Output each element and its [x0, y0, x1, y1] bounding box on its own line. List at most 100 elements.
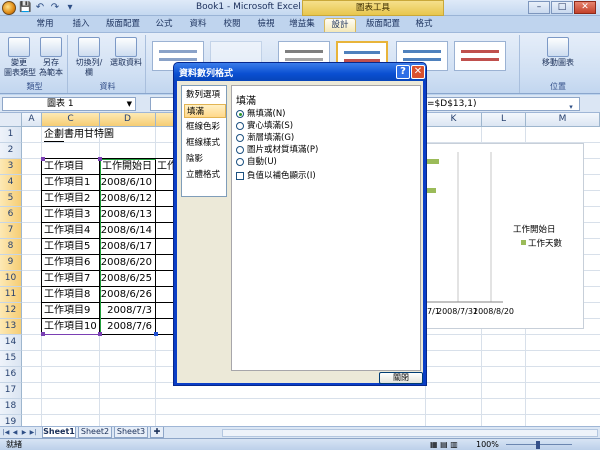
table-cell[interactable]: 工作項目6 [44, 255, 100, 271]
table-cell[interactable]: 2008/6/17 [100, 239, 154, 255]
tab-design[interactable]: 設計 [324, 18, 356, 32]
column-header[interactable]: L [482, 113, 526, 127]
nav-3d-format[interactable]: 立體格式 [184, 168, 226, 182]
chevron-down-icon[interactable]: ▼ [127, 98, 132, 110]
row-header[interactable]: 4 [0, 175, 22, 191]
row-header[interactable]: 13 [0, 319, 22, 335]
sheet-tab-2[interactable]: Sheet2 [78, 427, 112, 438]
checkbox[interactable] [236, 172, 244, 180]
dialog-title-bar[interactable]: 資料數列格式 ? ✕ [174, 63, 426, 81]
chart-style-thumb[interactable] [454, 41, 506, 71]
radio-selected[interactable] [236, 110, 244, 118]
table-cell[interactable]: 工作項目8 [44, 287, 100, 303]
table-cell[interactable]: 工作項目10 [44, 319, 100, 335]
table-cell[interactable]: 2008/6/25 [100, 271, 154, 287]
header-cell[interactable]: 工作項目 [44, 159, 100, 175]
table-cell[interactable]: 2008/6/13 [100, 207, 154, 223]
column-header[interactable]: A [22, 113, 42, 127]
prev-sheet-icon[interactable]: ◀ [11, 428, 19, 438]
row-header[interactable]: 9 [0, 255, 22, 271]
insert-sheet-icon[interactable]: ✚ [150, 427, 164, 438]
close-window-button[interactable]: ✕ [574, 1, 596, 14]
table-cell[interactable]: 2008/6/20 [100, 255, 154, 271]
table-cell[interactable]: 2008/6/12 [100, 191, 154, 207]
column-header[interactable]: K [426, 113, 482, 127]
header-cell[interactable]: 工作開始日 [102, 159, 156, 175]
table-cell[interactable]: 工作項目3 [44, 207, 100, 223]
table-cell[interactable]: 工作項目2 [44, 191, 100, 207]
chart-area[interactable]: 工作開始日 工作天數 7/1 2008/7/31 2008/8/20 [402, 143, 584, 329]
last-sheet-icon[interactable]: ▶| [29, 428, 37, 438]
close-dialog-button[interactable]: 關閉 [379, 372, 423, 384]
radio[interactable] [236, 146, 244, 154]
tab-formulas[interactable]: 公式 [150, 18, 178, 32]
header-cell[interactable]: 工作 [157, 159, 174, 175]
table-cell[interactable]: 2008/6/26 [100, 287, 154, 303]
tab-data[interactable]: 資料 [184, 18, 212, 32]
option-no-fill[interactable]: 無填滿(N) [236, 108, 286, 120]
customize-dropdown-icon[interactable]: ▾ [64, 2, 76, 14]
row-header[interactable]: 6 [0, 207, 22, 223]
zoom-slider-thumb[interactable] [536, 441, 540, 449]
first-sheet-icon[interactable]: |◀ [2, 428, 10, 438]
nav-fill[interactable]: 填滿 [184, 104, 226, 118]
row-header[interactable]: 3 [0, 159, 22, 175]
tab-home[interactable]: 常用 [30, 18, 60, 32]
switch-row-column-button[interactable]: 切換列/欄 [72, 37, 106, 78]
row-header[interactable]: 19 [0, 415, 22, 426]
nav-border-color[interactable]: 框線色彩 [184, 120, 226, 134]
nav-border-style[interactable]: 框線樣式 [184, 136, 226, 150]
column-header[interactable] [156, 113, 174, 127]
table-cell[interactable]: 2008/7/3 [100, 303, 154, 319]
row-header[interactable]: 10 [0, 271, 22, 287]
sheet-tab-3[interactable]: Sheet3 [114, 427, 148, 438]
table-cell[interactable]: 工作項目7 [44, 271, 100, 287]
row-header[interactable]: 15 [0, 351, 22, 367]
select-all-corner[interactable] [0, 113, 22, 127]
row-header[interactable]: 7 [0, 223, 22, 239]
row-header[interactable]: 16 [0, 367, 22, 383]
change-chart-type-button[interactable]: 變更 圖表類型 [4, 37, 36, 78]
save-as-template-button[interactable]: 另存 為範本 [36, 37, 66, 78]
horizontal-scrollbar[interactable] [222, 429, 598, 437]
tab-insert[interactable]: 插入 [66, 18, 96, 32]
row-header[interactable]: 18 [0, 399, 22, 415]
row-header[interactable]: 1 [0, 127, 22, 143]
name-box[interactable]: 圖表 1 ▼ [2, 97, 136, 111]
column-header[interactable]: M [526, 113, 600, 127]
row-header[interactable]: 17 [0, 383, 22, 399]
radio[interactable] [236, 122, 244, 130]
help-icon[interactable]: ? [396, 65, 410, 79]
sheet-tab-1[interactable]: Sheet1 [42, 427, 76, 438]
option-solid-fill[interactable]: 實心填滿(S) [236, 120, 293, 132]
minimize-button[interactable]: – [528, 1, 550, 14]
table-cell[interactable]: 工作項目5 [44, 239, 100, 255]
expand-formula-icon[interactable]: ▾ [565, 101, 577, 113]
table-cell[interactable]: 工作項目4 [44, 223, 100, 239]
tab-page-layout[interactable]: 版面配置 [100, 18, 146, 32]
maximize-button[interactable]: □ [551, 1, 573, 14]
table-cell[interactable]: 2008/6/14 [100, 223, 154, 239]
table-cell[interactable]: 2008/6/10 [100, 175, 154, 191]
tab-format[interactable]: 格式 [410, 18, 438, 32]
select-data-button[interactable]: 選取資料 [108, 37, 144, 68]
close-icon[interactable]: ✕ [411, 65, 425, 79]
option-picture-fill[interactable]: 圖片或材質填滿(P) [236, 144, 318, 156]
table-cell[interactable]: 工作項目1 [44, 175, 100, 191]
office-button[interactable] [2, 1, 16, 15]
view-buttons[interactable]: ▦ ▤ ▥ [430, 439, 458, 450]
table-cell[interactable]: 2008/7/6 [100, 319, 154, 335]
row-header[interactable]: 14 [0, 335, 22, 351]
invert-if-negative[interactable]: 負值以補色顯示(I) [236, 170, 316, 182]
radio[interactable] [236, 158, 244, 166]
tab-review[interactable]: 校閱 [218, 18, 246, 32]
option-gradient-fill[interactable]: 漸層填滿(G) [236, 132, 294, 144]
row-header[interactable]: 5 [0, 191, 22, 207]
nav-series-options[interactable]: 數列選項 [184, 88, 226, 102]
save-icon[interactable]: 💾 [19, 2, 31, 14]
move-chart-button[interactable]: 移動圖表 [536, 37, 580, 68]
row-header[interactable]: 8 [0, 239, 22, 255]
row-header[interactable]: 2 [0, 143, 22, 159]
option-automatic[interactable]: 自動(U) [236, 156, 277, 168]
row-header[interactable]: 12 [0, 303, 22, 319]
